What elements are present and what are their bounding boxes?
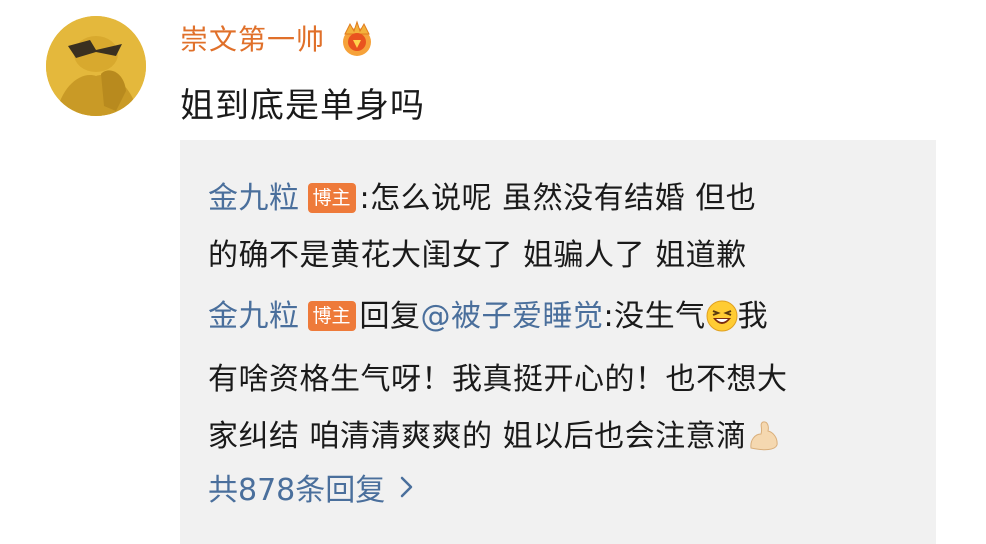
reply-author[interactable]: 金九粒 xyxy=(208,299,300,334)
reply-item[interactable]: 金九粒 博主 回复@被子爱睡觉:没生气我 有啥资格生气呀！我真挺开心的！也不想大 家… xyxy=(208,288,888,471)
reply-text-line1: 怎么说呢 虽然没有结婚 但也 xyxy=(370,181,757,216)
reply-text-after-emoji: 我 xyxy=(737,299,769,334)
view-more-replies-link[interactable]: 共878条回复 xyxy=(208,462,415,512)
chevron-right-icon xyxy=(399,475,415,499)
avatar-image xyxy=(46,16,146,116)
crown-icon xyxy=(337,18,377,58)
reply-prefix: 回复 xyxy=(359,299,421,334)
reply-author[interactable]: 金九粒 xyxy=(208,181,300,216)
reply-text-line3: 家纠结 咱清清爽爽的 姐以后也会注意滴 xyxy=(208,419,747,454)
comment-text: 姐到底是单身吗 xyxy=(180,86,425,126)
username-text: 崇文第一帅 xyxy=(180,23,326,56)
reply-separator: : xyxy=(359,181,371,216)
flexed-arm-emoji-icon xyxy=(747,414,781,471)
author-badge: 博主 xyxy=(307,301,356,331)
reply-section: 金九粒 博主:怎么说呢 虽然没有结婚 但也 的确不是黄花大闺女了 姐骗人了 姐道歉… xyxy=(180,140,936,544)
reply-text-line2: 有啥资格生气呀！我真挺开心的！也不想大 xyxy=(208,362,788,397)
reply-item[interactable]: 金九粒 博主:怎么说呢 虽然没有结婚 但也 的确不是黄花大闺女了 姐骗人了 姐道歉 xyxy=(208,170,888,284)
laughing-emoji-icon xyxy=(706,294,738,351)
avatar[interactable] xyxy=(46,16,146,116)
comment-username[interactable]: 崇文第一帅 xyxy=(180,18,377,58)
more-replies-text: 共878条回复 xyxy=(208,473,386,508)
reply-text-line2: 的确不是黄花大闺女了 姐骗人了 姐道歉 xyxy=(208,238,747,273)
reply-mention[interactable]: @被子爱睡觉 xyxy=(421,299,604,334)
reply-text-start: :没生气 xyxy=(603,299,706,334)
author-badge: 博主 xyxy=(307,183,356,213)
